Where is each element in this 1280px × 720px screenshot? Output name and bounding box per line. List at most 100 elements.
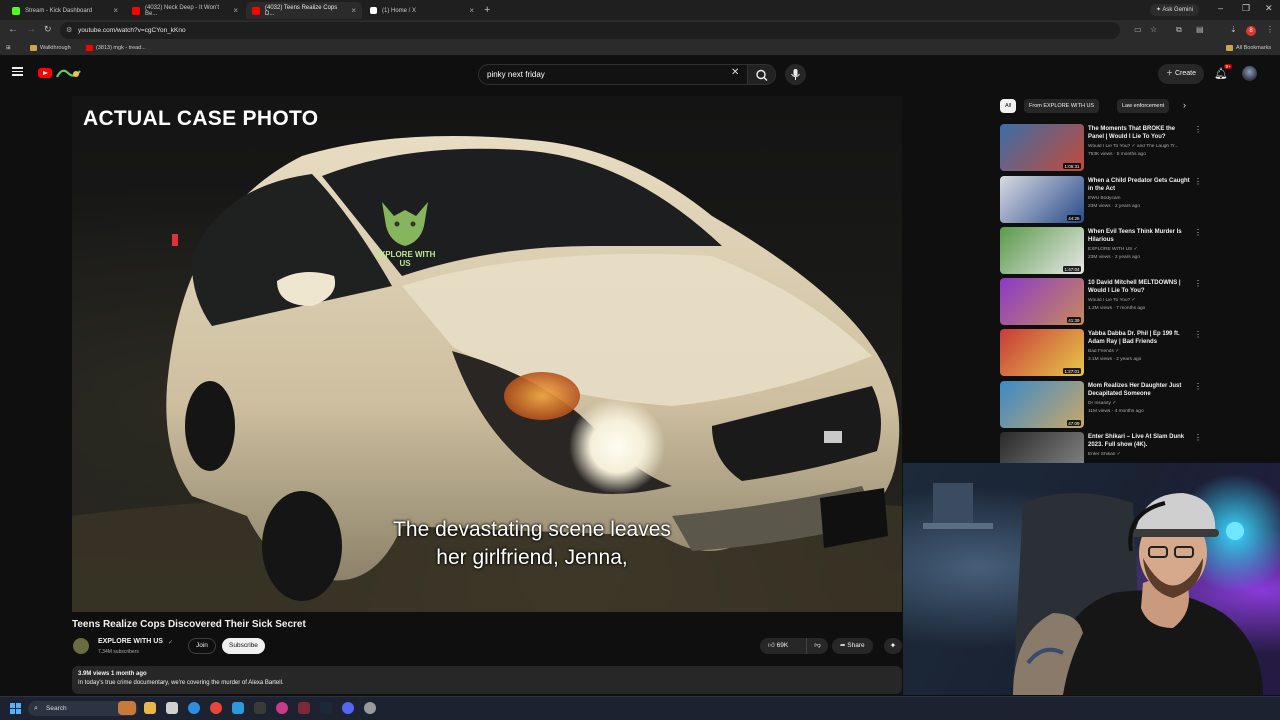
bookmark-star-icon[interactable]: ☆: [1150, 25, 1157, 34]
subscribe-button[interactable]: Subscribe: [222, 638, 265, 654]
recommendation-title[interactable]: 10 David Mitchell MELTDOWNS | Would I Li…: [1088, 279, 1192, 295]
join-button[interactable]: Join: [188, 638, 216, 654]
edge-icon[interactable]: [188, 702, 200, 714]
recommendation-item[interactable]: 1:06:31 The Moments That BROKE the Panel …: [1000, 124, 1202, 172]
recommendation-item[interactable]: 1:47:04 When Evil Teens Think Murder Is H…: [1000, 227, 1202, 275]
chip-from-channel[interactable]: From EXPLORE WITH US: [1024, 99, 1100, 113]
clear-search-icon[interactable]: ✕: [731, 67, 739, 78]
browser-tab-active[interactable]: (4032) Teens Realize Cops D... ×: [246, 2, 362, 19]
recommendation-channel[interactable]: Dr Insanity ✓: [1088, 401, 1198, 406]
ask-gemini-button[interactable]: ✦ Ask Gemini: [1150, 4, 1200, 16]
all-bookmarks[interactable]: All Bookmarks: [1226, 45, 1271, 51]
bookmark-item[interactable]: Walkthrough: [30, 45, 71, 51]
more-options-icon[interactable]: ⋮: [1194, 330, 1202, 339]
account-avatar[interactable]: [1242, 66, 1257, 81]
more-options-icon[interactable]: ⋮: [1194, 125, 1202, 134]
close-window-icon[interactable]: ✕: [1265, 3, 1273, 14]
search-input[interactable]: pinky next friday: [478, 64, 748, 85]
youtube-logo[interactable]: [38, 68, 52, 78]
discord-icon[interactable]: [342, 702, 354, 714]
recommendation-thumbnail[interactable]: 44:25: [1000, 176, 1084, 223]
sidebar-icon[interactable]: ▤: [1196, 25, 1204, 34]
recommendation-channel[interactable]: Would I Lie To You? ✓ and The Laugh Tr..…: [1088, 144, 1198, 149]
close-tab-icon[interactable]: ×: [113, 6, 118, 15]
recommendation-channel[interactable]: EWU Bodycam: [1088, 196, 1198, 201]
chevron-right-icon[interactable]: ›: [1183, 100, 1186, 110]
file-explorer-icon[interactable]: [144, 702, 156, 714]
share-button[interactable]: ➦ Share: [832, 638, 873, 654]
channel-avatar[interactable]: [73, 638, 89, 654]
profile-avatar[interactable]: 8: [1246, 26, 1256, 36]
close-tab-icon[interactable]: ×: [351, 6, 356, 15]
recommendation-title[interactable]: The Moments That BROKE the Panel | Would…: [1088, 125, 1192, 141]
more-actions-icon[interactable]: ✦: [884, 638, 902, 654]
chip-law-enforcement[interactable]: Law enforcement: [1117, 99, 1170, 113]
chrome-icon[interactable]: [210, 702, 222, 714]
recommendation-thumbnail[interactable]: 1:06:31: [1000, 124, 1084, 171]
thumbs-up-icon: 👍︎: [768, 642, 775, 649]
browser-tab[interactable]: (1) Home / X ×: [364, 2, 480, 19]
recommendation-item[interactable]: 41:39 10 David Mitchell MELTDOWNS | Would…: [1000, 278, 1202, 326]
recommendation-channel[interactable]: Would I Lie To You? ✓: [1088, 298, 1198, 303]
site-info-icon[interactable]: ⚙: [66, 22, 72, 39]
more-options-icon[interactable]: ⋮: [1194, 228, 1202, 237]
notepad-icon[interactable]: [166, 702, 178, 714]
vscode-icon[interactable]: [232, 702, 244, 714]
description-box[interactable]: 3.9M views 1 month ago In today's true c…: [72, 666, 902, 694]
recommendation-thumbnail[interactable]: 1:27:01: [1000, 329, 1084, 376]
bookmark-item[interactable]: (3813) mgk - tread...: [86, 45, 146, 51]
channel-name[interactable]: EXPLORE WITH US: [98, 638, 163, 645]
recommendation-channel[interactable]: Bad Friends ✓: [1088, 349, 1198, 354]
obs-icon[interactable]: [298, 702, 310, 714]
browser-tab[interactable]: (4032) Neck Deep - It Won't Be... ×: [126, 2, 244, 19]
dislike-button[interactable]: 👎︎: [806, 638, 828, 654]
like-button[interactable]: 👍︎ 69K: [760, 638, 804, 654]
forward-icon[interactable]: →: [26, 24, 36, 35]
recommendation-thumbnail[interactable]: 1:47:04: [1000, 227, 1084, 274]
apps-icon[interactable]: ⊞: [6, 45, 11, 51]
media-app-icon[interactable]: [276, 702, 288, 714]
video-player[interactable]: ACTUAL CASE PHOTO EXPLORE WITH US The de…: [72, 96, 902, 612]
voice-search-button[interactable]: [785, 64, 806, 85]
close-tab-icon[interactable]: ×: [233, 6, 238, 15]
recommendation-thumbnail[interactable]: 41:39: [1000, 278, 1084, 325]
reload-icon[interactable]: ↻: [44, 24, 52, 35]
widget-icon[interactable]: [118, 701, 136, 715]
recommendation-title[interactable]: Mom Realizes Her Daughter Just Decapitat…: [1088, 382, 1192, 398]
recommendation-channel[interactable]: Enter Shikari ✓: [1088, 452, 1198, 457]
recommendation-title[interactable]: Enter Shikari – Live At Slam Dunk 2023. …: [1088, 433, 1192, 449]
cast-icon[interactable]: ▭: [1134, 25, 1142, 34]
menu-icon[interactable]: [12, 67, 23, 76]
recommendation-thumbnail[interactable]: 47:09: [1000, 381, 1084, 428]
settings-icon[interactable]: [364, 702, 376, 714]
youtube-doodle-icon[interactable]: [54, 65, 84, 81]
more-options-icon[interactable]: ⋮: [1194, 433, 1202, 442]
minimize-icon[interactable]: –: [1218, 3, 1223, 13]
address-bar[interactable]: ⚙ youtube.com/watch?v=cgCYon_kKno: [60, 22, 1120, 39]
recommendation-item[interactable]: 44:25 When a Child Predator Gets Caught i…: [1000, 176, 1202, 224]
recommendation-channel[interactable]: EXPLORE WITH US ✓: [1088, 247, 1198, 252]
new-tab-button[interactable]: +: [484, 4, 490, 16]
restore-icon[interactable]: ❐: [1242, 3, 1250, 14]
more-options-icon[interactable]: ⋮: [1194, 279, 1202, 288]
terminal-icon[interactable]: [254, 702, 266, 714]
recommendation-item[interactable]: 47:09 Mom Realizes Her Daughter Just Deca…: [1000, 381, 1202, 429]
recommendation-title[interactable]: When Evil Teens Think Murder Is Hilariou…: [1088, 228, 1192, 244]
more-options-icon[interactable]: ⋮: [1194, 177, 1202, 186]
windows-start-icon[interactable]: [10, 703, 21, 714]
back-icon[interactable]: ←: [8, 24, 18, 35]
windows-taskbar: ⌕ Search: [0, 696, 1280, 720]
recommendation-title[interactable]: Yabba Dabba Dr. Phil | Ep 199 ft. Adam R…: [1088, 330, 1192, 346]
recommendation-title[interactable]: When a Child Predator Gets Caught in the…: [1088, 177, 1192, 193]
chip-all[interactable]: All: [1000, 99, 1017, 113]
browser-menu-icon[interactable]: ⋮: [1266, 25, 1274, 34]
close-tab-icon[interactable]: ×: [469, 6, 474, 15]
downloads-icon[interactable]: ⇣: [1230, 25, 1237, 34]
browser-tab[interactable]: Stream - Kick Dashboard ×: [6, 2, 124, 19]
create-button[interactable]: ＋ Create: [1158, 64, 1204, 84]
search-button[interactable]: [748, 64, 776, 85]
steam-icon[interactable]: [320, 702, 332, 714]
more-options-icon[interactable]: ⋮: [1194, 382, 1202, 391]
recommendation-item[interactable]: 1:27:01 Yabba Dabba Dr. Phil | Ep 199 ft.…: [1000, 329, 1202, 377]
extensions-icon[interactable]: ⧉: [1176, 25, 1182, 35]
